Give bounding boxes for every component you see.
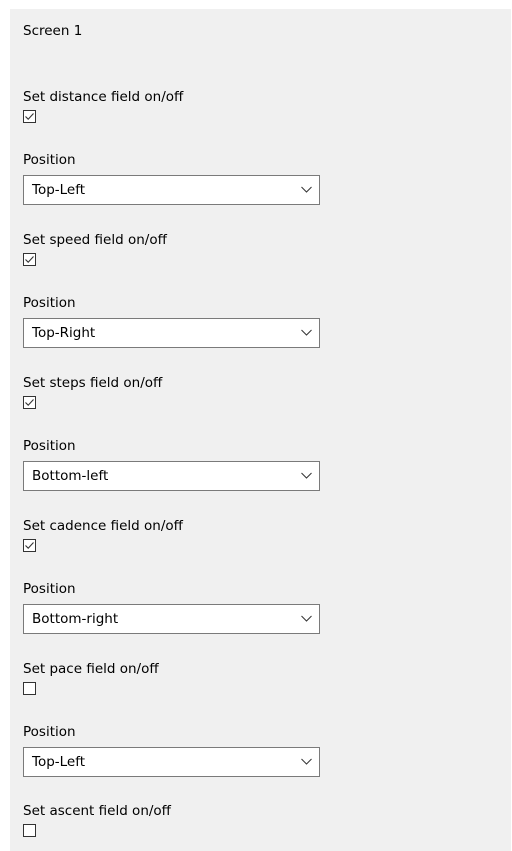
cadence-position-value: Bottom-right [32,611,119,627]
screen-title: Screen 1 [23,23,83,39]
distance-position-value: Top-Left [32,182,86,198]
cadence-toggle-label: Set cadence field on/off [23,518,183,534]
pace-toggle-checkbox[interactable] [23,682,36,695]
pace-position-label: Position [23,724,76,740]
steps-position-label: Position [23,438,76,454]
pace-position-select[interactable]: Top-Left [23,747,320,777]
checkmark-icon [25,399,34,406]
chevron-down-icon [301,472,312,479]
cadence-position-select[interactable]: Bottom-right [23,604,320,634]
speed-position-label: Position [23,295,76,311]
speed-position-select[interactable]: Top-Right [23,318,320,348]
chevron-down-icon [301,758,312,765]
steps-position-value: Bottom-left [32,468,109,484]
chevron-down-icon [301,186,312,193]
checkmark-icon [25,542,34,549]
pace-position-value: Top-Left [32,754,86,770]
pace-toggle-label: Set pace field on/off [23,661,159,677]
ascent-toggle-label: Set ascent field on/off [23,803,171,819]
steps-position-select[interactable]: Bottom-left [23,461,320,491]
ascent-toggle-checkbox[interactable] [23,824,36,837]
cadence-position-label: Position [23,581,76,597]
steps-toggle-checkbox[interactable] [23,396,36,409]
cadence-toggle-checkbox[interactable] [23,539,36,552]
speed-position-value: Top-Right [32,325,96,341]
checkmark-icon [25,256,34,263]
speed-toggle-label: Set speed field on/off [23,232,167,248]
steps-toggle-label: Set steps field on/off [23,375,163,391]
distance-position-select[interactable]: Top-Left [23,175,320,205]
distance-position-label: Position [23,152,76,168]
checkmark-icon [25,113,34,120]
chevron-down-icon [301,615,312,622]
distance-toggle-label: Set distance field on/off [23,89,184,105]
settings-panel: Screen 1 Set distance field on/off Posit… [10,9,511,851]
chevron-down-icon [301,329,312,336]
distance-toggle-checkbox[interactable] [23,110,36,123]
speed-toggle-checkbox[interactable] [23,253,36,266]
